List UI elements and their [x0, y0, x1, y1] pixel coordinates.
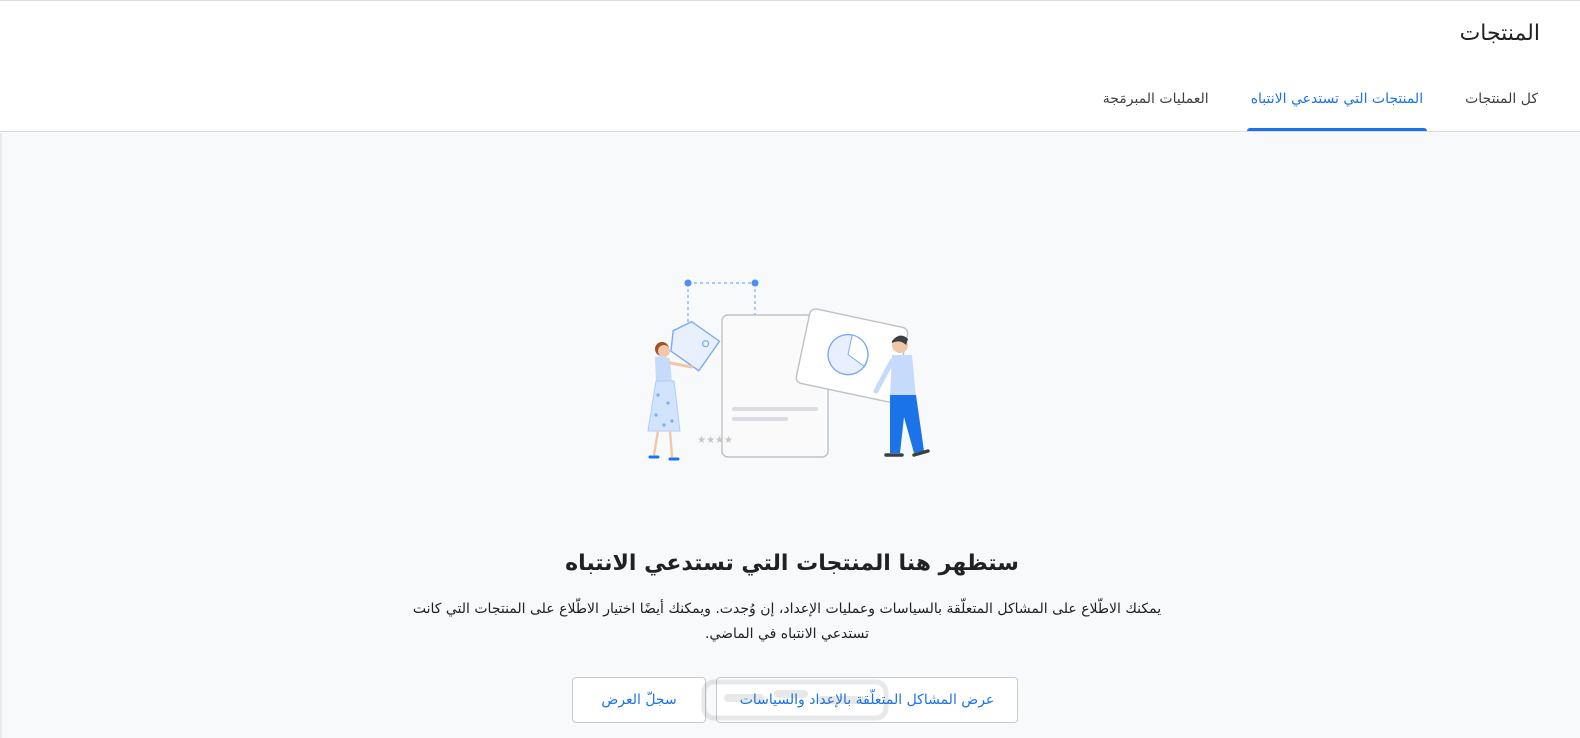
- tab-needs-attention[interactable]: المنتجات التي تستدعي الانتباه: [1246, 77, 1428, 131]
- main-content: ★★★★ ستظهر هنا المنتجات التي تستدعي الان…: [0, 133, 1580, 738]
- merchant-products-page: المنتجات كل المنتجات المنتجات التي تستدع…: [0, 0, 1580, 738]
- empty-state-title: ستظهر هنا المنتجات التي تستدعي الانتباه: [565, 551, 1019, 576]
- view-history-button[interactable]: سجلّ العرض: [572, 677, 706, 723]
- page-header: المنتجات كل المنتجات المنتجات التي تستدع…: [0, 1, 1580, 132]
- tab-scheduled-operations[interactable]: العمليات المبرمَجة: [1101, 77, 1211, 131]
- empty-state-actions: عرض المشاكل المتعلّقة بالإعداد والسياسات…: [572, 677, 1022, 723]
- page-title: المنتجات: [1459, 21, 1540, 46]
- view-policy-setup-issues-button[interactable]: عرض المشاكل المتعلّقة بالإعداد والسياسات: [716, 677, 1018, 723]
- empty-state-illustration: ★★★★: [647, 279, 930, 461]
- svg-text:★★★★: ★★★★: [697, 435, 733, 446]
- tab-all-products[interactable]: كل المنتجات: [1463, 77, 1540, 131]
- empty-state-description: يمكنك الاطّلاع على المشاكل المتعلّقة بال…: [412, 601, 1162, 642]
- tab-bar: كل المنتجات المنتجات التي تستدعي الانتبا…: [1101, 77, 1540, 131]
